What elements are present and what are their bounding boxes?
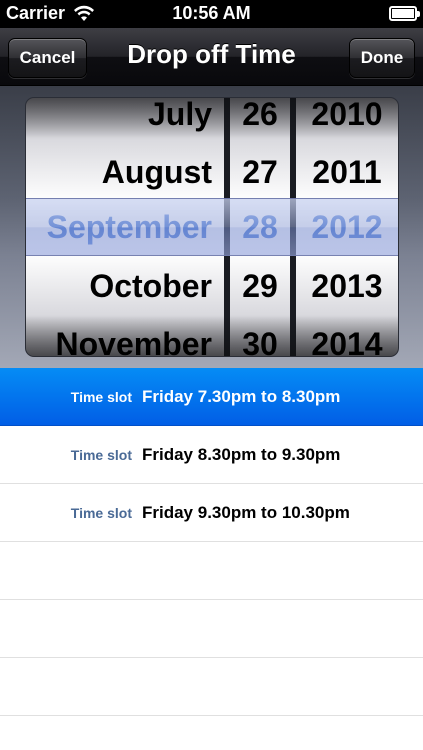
time-slot-row[interactable]: Time slot Friday 7.30pm to 8.30pm	[0, 368, 423, 426]
month-option[interactable]: August	[26, 143, 224, 201]
time-slot-label: Time slot	[70, 389, 132, 405]
day-option[interactable]: 26	[230, 98, 290, 143]
year-option-selected[interactable]: 2012	[296, 198, 398, 256]
navigation-bar: Cancel Drop off Time Done	[0, 28, 423, 86]
time-slot-value: Friday 7.30pm to 8.30pm	[142, 387, 341, 406]
day-option[interactable]: 29	[230, 257, 290, 315]
day-option[interactable]: 27	[230, 143, 290, 201]
time-slot-label: Time slot	[70, 505, 132, 521]
date-picker-area: July August September October November 2…	[0, 86, 423, 368]
time-slot-label: Time slot	[70, 447, 132, 463]
empty-row	[0, 600, 423, 658]
year-option[interactable]: 2013	[296, 257, 398, 315]
month-option[interactable]: October	[26, 257, 224, 315]
month-wheel[interactable]: July August September October November	[26, 98, 224, 356]
day-wheel[interactable]: 26 27 28 29 30	[230, 98, 290, 356]
year-wheel[interactable]: 2010 2011 2012 2013 2014	[296, 98, 398, 356]
done-button[interactable]: Done	[349, 38, 415, 78]
year-option[interactable]: 2014	[296, 315, 398, 356]
date-picker: July August September October November 2…	[26, 98, 398, 356]
year-option[interactable]: 2010	[296, 98, 398, 143]
time-slot-value: Friday 8.30pm to 9.30pm	[142, 445, 341, 464]
time-slot-row[interactable]: Time slot Friday 9.30pm to 10.30pm	[0, 484, 423, 542]
month-option[interactable]: July	[26, 98, 224, 143]
time-slot-row[interactable]: Time slot Friday 8.30pm to 9.30pm	[0, 426, 423, 484]
time-slot-list: Time slot Friday 7.30pm to 8.30pm Time s…	[0, 368, 423, 716]
time-slot-value: Friday 9.30pm to 10.30pm	[142, 503, 350, 522]
status-bar: Carrier 10:56 AM	[0, 0, 423, 28]
month-option[interactable]: November	[26, 315, 224, 356]
year-option[interactable]: 2011	[296, 143, 398, 201]
empty-row	[0, 542, 423, 600]
month-option-selected[interactable]: September	[26, 198, 224, 256]
day-option[interactable]: 30	[230, 315, 290, 356]
battery-icon	[389, 6, 420, 21]
day-option-selected[interactable]: 28	[230, 198, 290, 256]
clock-time: 10:56 AM	[172, 3, 251, 23]
empty-row	[0, 658, 423, 716]
